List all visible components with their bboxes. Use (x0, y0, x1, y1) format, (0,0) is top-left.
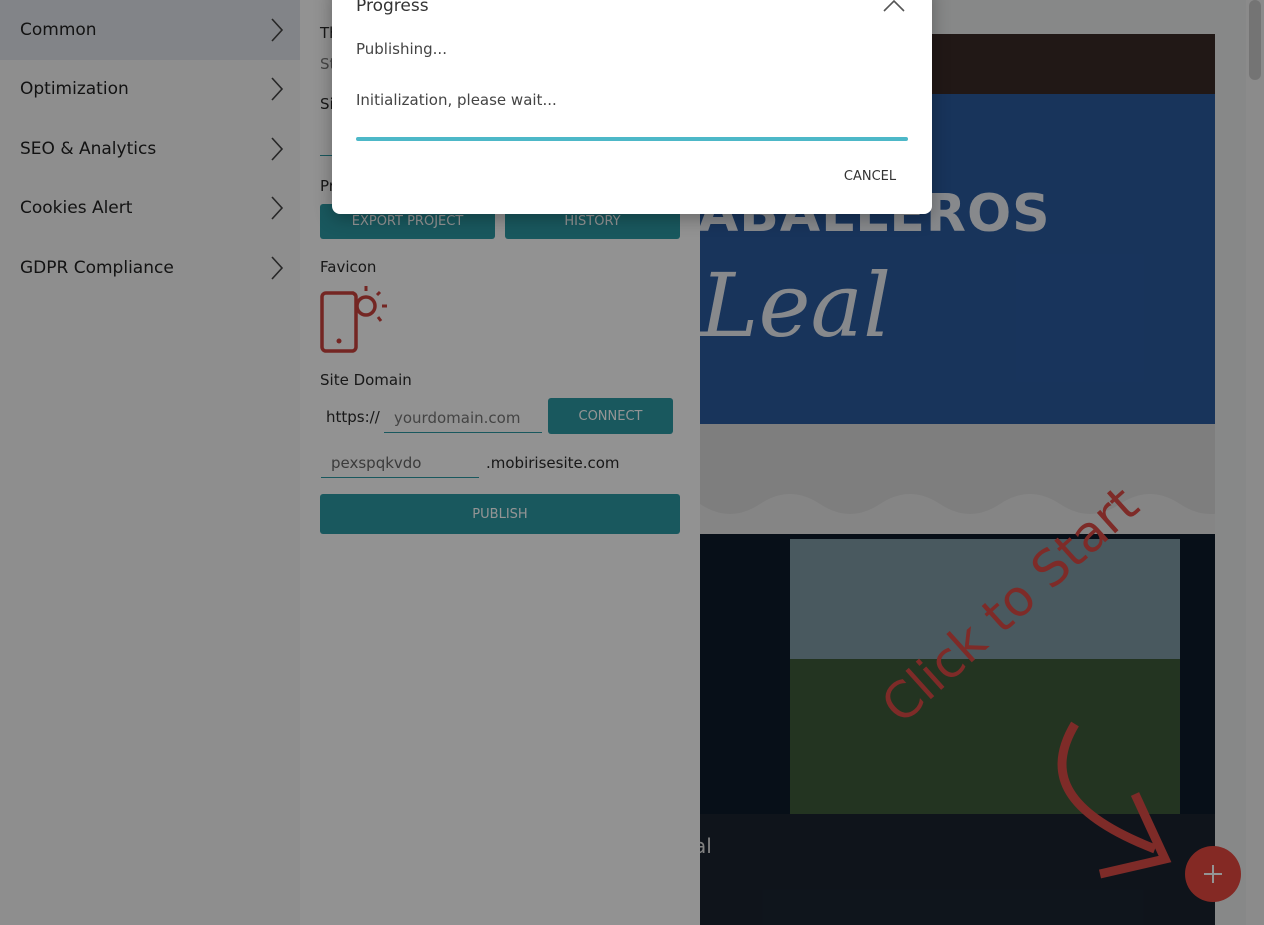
progress-modal: Progress Publishing... Initialization, p… (332, 0, 932, 214)
status-initialization: Initialization, please wait... (356, 91, 557, 109)
modal-title: Progress (356, 0, 429, 16)
status-publishing: Publishing... (356, 40, 447, 58)
cancel-button[interactable]: CANCEL (832, 164, 908, 188)
progress-bar-fill (356, 137, 908, 141)
chevron-up-icon[interactable] (882, 0, 906, 17)
progress-bar (356, 137, 908, 141)
